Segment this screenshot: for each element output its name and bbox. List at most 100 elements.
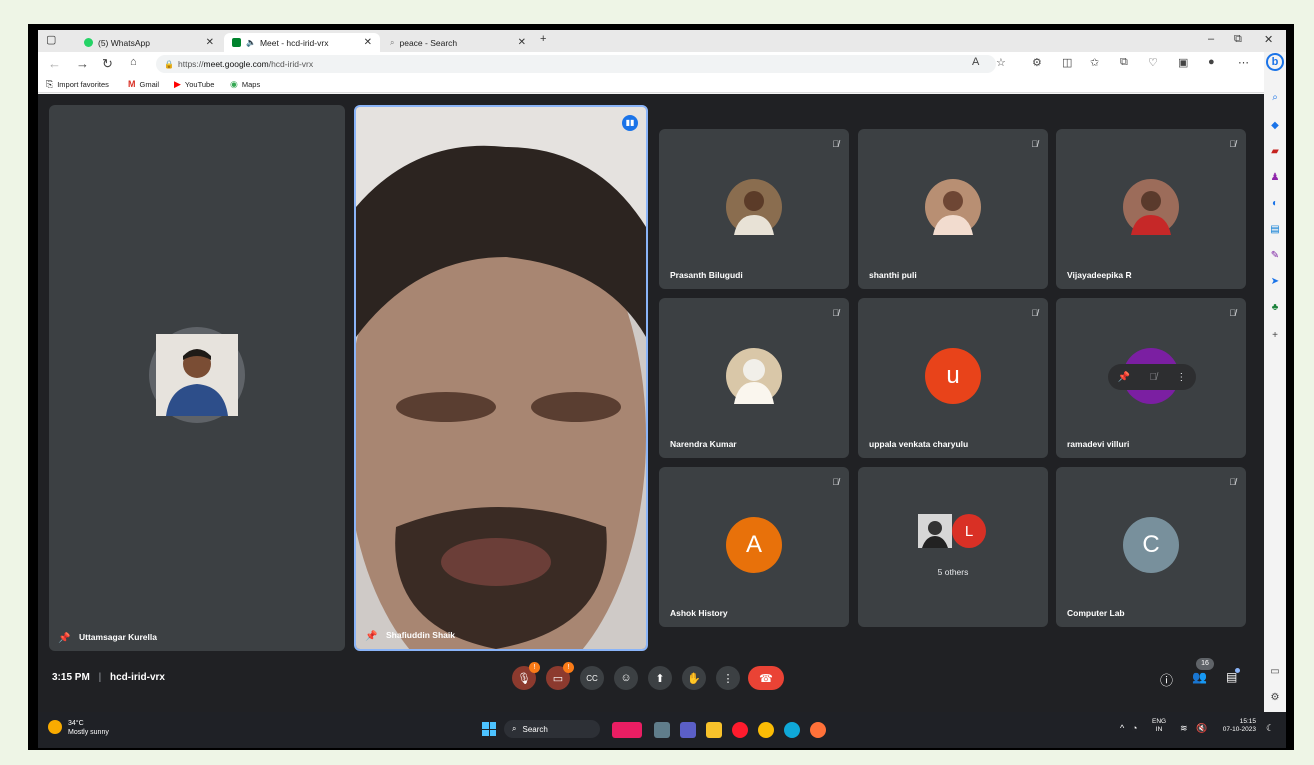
new-tab-button[interactable]: + (540, 33, 546, 45)
home-icon[interactable]: ⌂ (130, 56, 137, 68)
settings-icon[interactable]: ⚙ (1269, 692, 1281, 704)
video-feed (356, 107, 646, 649)
address-bar[interactable]: 🔒 https://meet.google.com/hcd-irid-vrx (156, 55, 996, 73)
start-icon[interactable] (482, 722, 496, 736)
more-options-icon[interactable]: ⋮ (1176, 372, 1186, 383)
performance-icon[interactable]: ♡ (1148, 56, 1158, 69)
close-window-button[interactable]: ✕ (1264, 33, 1273, 46)
reactions-button[interactable]: ☺ (614, 666, 638, 690)
pin-icon[interactable]: 📌 (58, 633, 70, 644)
tile-participant[interactable]: 🎙̸ 📌 🎙̸ ⋮ ramadevi villuri (1056, 298, 1246, 458)
add-icon[interactable]: + (1269, 330, 1281, 342)
participant-name: Uttamsagar Kurella (79, 632, 157, 642)
more-options-button[interactable]: ⋮ (716, 666, 740, 690)
network-icon[interactable]: ◔ (1132, 723, 1137, 733)
chat-button[interactable]: ▤ (1226, 668, 1241, 684)
info-icon[interactable]: ⓘ (1160, 670, 1173, 689)
pin-icon[interactable]: 📌 (365, 631, 377, 642)
captions-button[interactable]: CC (580, 666, 604, 690)
weather-icon[interactable] (48, 720, 62, 734)
separator: | (98, 672, 102, 683)
tile-participant[interactable]: 🎙̸ Vijayadeepika R (1056, 129, 1246, 289)
task-view-icon[interactable] (654, 722, 670, 738)
favorites-icon[interactable]: ✩ (1090, 56, 1099, 69)
bookmark-label: Import favorites (57, 80, 109, 89)
present-button[interactable]: ⬆ (648, 666, 672, 690)
tab-whatsapp[interactable]: (5) WhatsApp ✕ (76, 33, 222, 52)
lock-icon: 🔒 (164, 59, 174, 69)
bookmark-gmail[interactable]: M Gmail (128, 79, 159, 89)
tile-spotlight[interactable]: ▮▮ 📌 Shafiuddin Shaik (354, 105, 648, 651)
tile-participant[interactable]: 🎙̸ Narendra Kumar (659, 298, 849, 458)
tab-actions-icon[interactable]: ▢ (46, 33, 56, 46)
bookmark-maps[interactable]: ◉ Maps (230, 79, 260, 90)
camera-toggle-button[interactable]: ▭ ! (546, 662, 574, 690)
language-indicator[interactable]: ENG IN (1152, 718, 1166, 734)
designer-icon[interactable]: ✎ (1269, 250, 1281, 262)
firefox-icon[interactable] (810, 722, 826, 738)
close-icon[interactable]: ✕ (364, 37, 372, 48)
participant-name: uppala venkata charyulu (869, 439, 969, 449)
mic-muted-icon[interactable]: 🎙̸ (1149, 372, 1157, 383)
sidebar-panel-icon[interactable]: ▭ (1269, 666, 1281, 678)
search-icon[interactable]: ⌕ (1269, 92, 1281, 104)
clock[interactable]: 15:15 07-10-2023 (1212, 718, 1256, 734)
bing-chat-icon[interactable]: b (1266, 53, 1284, 71)
tray-chevron-icon[interactable]: ^ (1120, 723, 1124, 733)
collections-icon[interactable]: ⧉ (1120, 56, 1128, 69)
edge-icon[interactable] (784, 722, 800, 738)
tile-participant[interactable]: 🎙̸ u uppala venkata charyulu (858, 298, 1048, 458)
office-icon[interactable]: ◐ (1269, 198, 1281, 210)
more-menu-icon[interactable]: ⋯ (1238, 56, 1249, 69)
shopping-icon[interactable]: ▰ (1269, 146, 1281, 158)
bookmark-import[interactable]: ⎘ Import favorites (46, 79, 109, 90)
minimize-button[interactable]: – (1208, 33, 1214, 45)
split-screen-icon[interactable]: ◫ (1062, 56, 1072, 69)
tab-search[interactable]: ⌕ peace - Search ✕ (382, 33, 534, 52)
file-explorer-icon[interactable] (706, 722, 722, 738)
bookmark-youtube[interactable]: ▶ YouTube (174, 79, 214, 90)
participant-name: shanthi puli (869, 270, 917, 280)
weather-widget[interactable]: 34°C Mostly sunny (68, 719, 109, 737)
tag-icon[interactable]: ◆ (1269, 120, 1281, 132)
close-icon[interactable]: ✕ (518, 37, 526, 48)
address-row: ← → ↻ ⌂ 🔒 https://meet.google.com/hcd-ir… (38, 52, 1264, 76)
profile-icon[interactable]: ● (1208, 56, 1215, 68)
wifi-icon[interactable]: ≋ (1180, 723, 1188, 734)
taskbar-search[interactable]: ⌕ Search (504, 720, 600, 738)
tile-others[interactable]: L 5 others (858, 467, 1048, 627)
extension-icon[interactable]: ⚙ (1032, 56, 1042, 69)
forward-icon[interactable]: → (76, 56, 89, 71)
games-icon[interactable]: ♟ (1269, 172, 1281, 184)
restore-button[interactable]: ⧉ (1234, 33, 1242, 46)
tab-meet[interactable]: 🔈 Meet - hcd-irid-vrx ✕ (224, 33, 380, 52)
mic-toggle-button[interactable]: 🎙 ! (512, 662, 540, 690)
opera-icon[interactable] (732, 722, 748, 738)
tile-participant[interactable]: 🎙̸ Prasanth Bilugudi (659, 129, 849, 289)
raise-hand-button[interactable]: ✋ (682, 666, 706, 690)
tile-participant[interactable]: 🎙̸ C Computer Lab (1056, 467, 1246, 627)
people-button[interactable]: 👥 16 (1192, 658, 1214, 684)
teams-icon[interactable] (680, 722, 696, 738)
pin-icon[interactable]: 📌 (1118, 372, 1130, 383)
mic-muted-icon: 🎙̸ (1229, 477, 1236, 487)
tile-participant[interactable]: 🎙̸ shanthi puli (858, 129, 1048, 289)
leave-call-button[interactable]: ☎ (748, 666, 784, 690)
read-aloud-icon[interactable]: A (972, 56, 979, 68)
send-icon[interactable]: ➤ (1269, 276, 1281, 288)
tile-pinned[interactable]: 📌 Uttamsagar Kurella (49, 105, 345, 651)
tree-icon[interactable]: ♣ (1269, 302, 1281, 314)
notifications-icon[interactable]: ☾ (1266, 723, 1274, 734)
favorite-star-icon[interactable]: ☆ (996, 56, 1006, 69)
outlook-icon[interactable]: ▤ (1269, 224, 1281, 236)
refresh-icon[interactable]: ↻ (102, 56, 113, 72)
chrome-icon[interactable] (758, 722, 774, 738)
clock-time: 15:15 (1239, 718, 1256, 725)
close-icon[interactable]: ✕ (206, 37, 214, 48)
back-icon[interactable]: ← (48, 56, 61, 71)
volume-muted-icon[interactable]: 🔇 (1196, 723, 1207, 734)
browser-essentials-icon[interactable]: ▣ (1178, 56, 1188, 69)
copilot-icon[interactable] (612, 722, 642, 738)
meeting-code: hcd-irid-vrx (109, 672, 165, 683)
tile-participant[interactable]: 🎙̸ A Ashok History (659, 467, 849, 627)
